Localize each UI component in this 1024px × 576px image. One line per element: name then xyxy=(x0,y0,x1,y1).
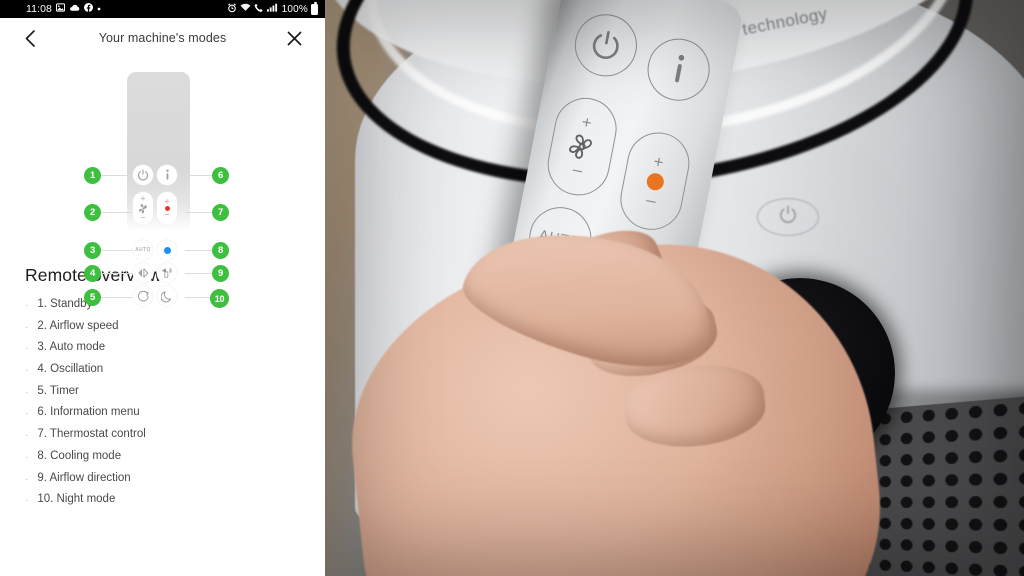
product-photo: er technology 5 + xyxy=(325,0,1024,576)
badge-3: 3 xyxy=(84,242,101,259)
list-item: · 8. Cooling mode xyxy=(25,450,300,472)
screen-root: 11:08 100% Your machine's modes + – + – … xyxy=(0,0,1024,576)
diagram-standby-button[interactable] xyxy=(133,165,153,185)
list-item: · 10. Night mode xyxy=(25,493,300,515)
diagram-auto-mode-button[interactable]: AUTO xyxy=(133,240,153,260)
bullet: · xyxy=(25,343,29,355)
badge-2: 2 xyxy=(84,204,101,221)
bullet: · xyxy=(25,365,29,377)
dot-icon xyxy=(97,4,101,14)
bullet: · xyxy=(25,300,29,311)
badge-4: 4 xyxy=(84,265,101,282)
facebook-icon xyxy=(84,3,93,15)
info-icon xyxy=(165,169,169,180)
oscillation-icon xyxy=(138,268,149,278)
list-item-label: 7. Thermostat control xyxy=(37,428,146,441)
signal-icon xyxy=(266,3,278,15)
diagram-info-button[interactable] xyxy=(157,165,177,185)
bullet: · xyxy=(25,473,29,485)
status-bar-left: 11:08 xyxy=(0,3,101,15)
back-button[interactable] xyxy=(18,26,42,50)
plus-label: + xyxy=(140,194,146,203)
badge-8: 8 xyxy=(212,242,229,259)
bullet: · xyxy=(25,451,29,463)
remote-diagram: + – + – AUTO 1 2 3 4 5 6 7 8 9 10 xyxy=(0,62,325,308)
list-item: · 6. Information menu xyxy=(25,406,300,428)
bullet: · xyxy=(25,430,29,442)
airflow-direction-icon xyxy=(161,267,172,278)
close-button[interactable] xyxy=(283,26,307,50)
diagram-cooling-mode-button[interactable] xyxy=(157,240,177,260)
list-item-label: 3. Auto mode xyxy=(37,341,106,354)
leader-line-2 xyxy=(101,212,133,213)
remote-overview-list: · 1. Standby · 2. Airflow speed · 3. Auto m… xyxy=(25,298,300,515)
minus-label: – xyxy=(140,213,146,222)
cloud-icon xyxy=(69,4,80,15)
diagram-airflow-speed-button[interactable]: + – xyxy=(133,192,153,225)
phone-app-panel: 11:08 100% Your machine's modes + – + – … xyxy=(0,0,325,576)
diagram-airflow-direction-button[interactable] xyxy=(157,263,177,283)
bullet: · xyxy=(25,321,29,333)
app-bar: Your machine's modes xyxy=(0,18,325,58)
diagram-timer-button[interactable] xyxy=(133,286,153,306)
badge-10: 10 xyxy=(210,289,229,308)
list-item-label: 6. Information menu xyxy=(37,406,140,419)
bullet: · xyxy=(25,386,29,398)
list-item: · 3. Auto mode xyxy=(25,341,300,363)
close-icon xyxy=(288,31,302,45)
badge-7: 7 xyxy=(212,204,229,221)
list-item-label: 8. Cooling mode xyxy=(37,449,122,462)
list-item: · 9. Airflow direction xyxy=(25,472,300,494)
timer-icon xyxy=(137,290,149,302)
list-item: · 2. Airflow speed xyxy=(25,320,300,342)
power-icon xyxy=(138,169,148,181)
list-item-label: 9. Airflow direction xyxy=(37,471,131,484)
list-item-label: 2. Airflow speed xyxy=(37,319,119,332)
diagram-thermostat-button[interactable]: + – xyxy=(157,192,177,225)
diagram-oscillation-button[interactable] xyxy=(133,263,153,283)
leader-line-5 xyxy=(101,297,133,298)
badge-9: 9 xyxy=(212,265,229,282)
list-item: · 7. Thermostat control xyxy=(25,428,300,450)
diagram-night-mode-button[interactable] xyxy=(157,286,177,306)
badge-5: 5 xyxy=(84,289,101,306)
status-time: 11:08 xyxy=(26,3,52,15)
leader-line-3 xyxy=(101,250,133,251)
badge-6: 6 xyxy=(212,167,229,184)
auto-label: AUTO xyxy=(135,247,151,253)
bullet: · xyxy=(25,495,29,507)
list-item-label: 10. Night mode xyxy=(37,493,116,506)
plus-label: + xyxy=(164,197,170,206)
leader-line-1 xyxy=(101,175,133,176)
alarm-icon xyxy=(227,2,237,16)
blue-dot-icon xyxy=(163,246,171,254)
wifi-icon xyxy=(240,3,251,15)
status-bar: 11:08 100% xyxy=(0,0,325,18)
minus-label: – xyxy=(164,210,170,219)
photo-vignette xyxy=(325,0,1024,576)
battery-icon xyxy=(311,1,318,15)
chevron-left-icon xyxy=(25,29,35,47)
battery-percent: 100% xyxy=(281,3,308,15)
leader-line-4 xyxy=(101,273,133,274)
list-item-label: 5. Timer xyxy=(37,384,79,397)
page-title: Your machine's modes xyxy=(98,31,227,45)
list-item: · 5. Timer xyxy=(25,385,300,407)
list-item: · 4. Oscillation xyxy=(25,363,300,385)
bullet: · xyxy=(25,408,29,420)
moon-icon xyxy=(160,290,171,302)
badge-1: 1 xyxy=(84,167,101,184)
call-icon xyxy=(254,3,264,16)
list-item-label: 4. Oscillation xyxy=(37,363,104,376)
image-icon xyxy=(55,3,66,15)
status-bar-right: 100% xyxy=(227,1,318,16)
